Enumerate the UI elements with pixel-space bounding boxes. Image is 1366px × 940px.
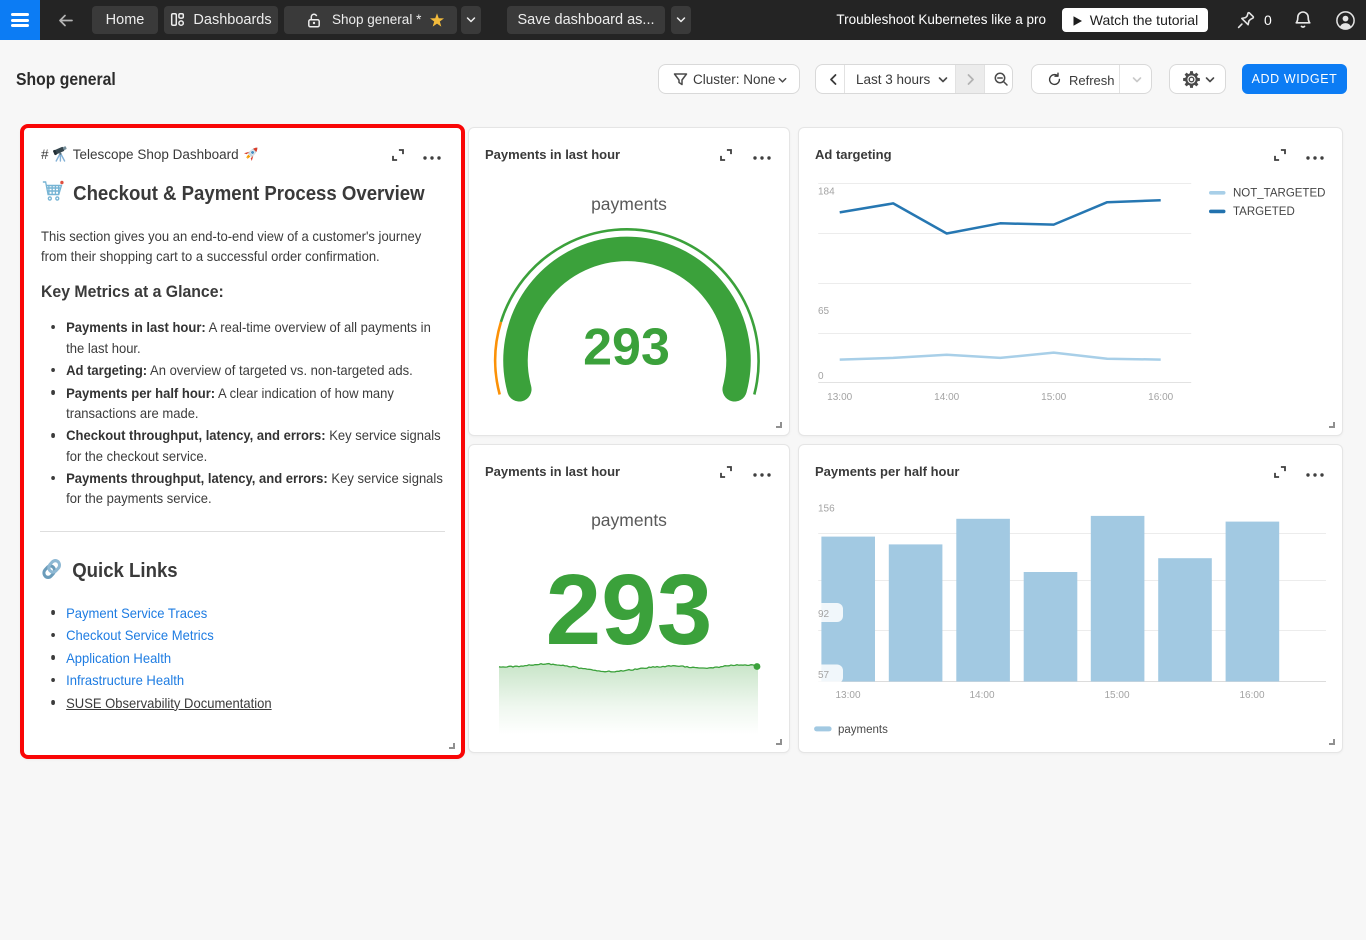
svg-text:13:00: 13:00 — [827, 392, 852, 403]
svg-text:16:00: 16:00 — [1239, 690, 1264, 701]
svg-text:184: 184 — [818, 187, 835, 198]
svg-text:0: 0 — [818, 371, 824, 382]
svg-text:payments: payments — [838, 724, 888, 736]
svg-text:57: 57 — [818, 670, 830, 681]
svg-text:TARGETED: TARGETED — [1233, 206, 1295, 218]
svg-text:13:00: 13:00 — [835, 690, 860, 701]
svg-text:156: 156 — [818, 503, 835, 514]
svg-text:16:00: 16:00 — [1148, 392, 1173, 403]
svg-text:14:00: 14:00 — [969, 690, 994, 701]
svg-text:15:00: 15:00 — [1041, 392, 1066, 403]
svg-text:NOT_TARGETED: NOT_TARGETED — [1233, 187, 1325, 199]
svg-text:14:00: 14:00 — [934, 392, 959, 403]
svg-text:65: 65 — [818, 306, 830, 317]
svg-text:293: 293 — [583, 319, 670, 377]
svg-text:92: 92 — [818, 609, 830, 620]
svg-text:15:00: 15:00 — [1104, 690, 1129, 701]
